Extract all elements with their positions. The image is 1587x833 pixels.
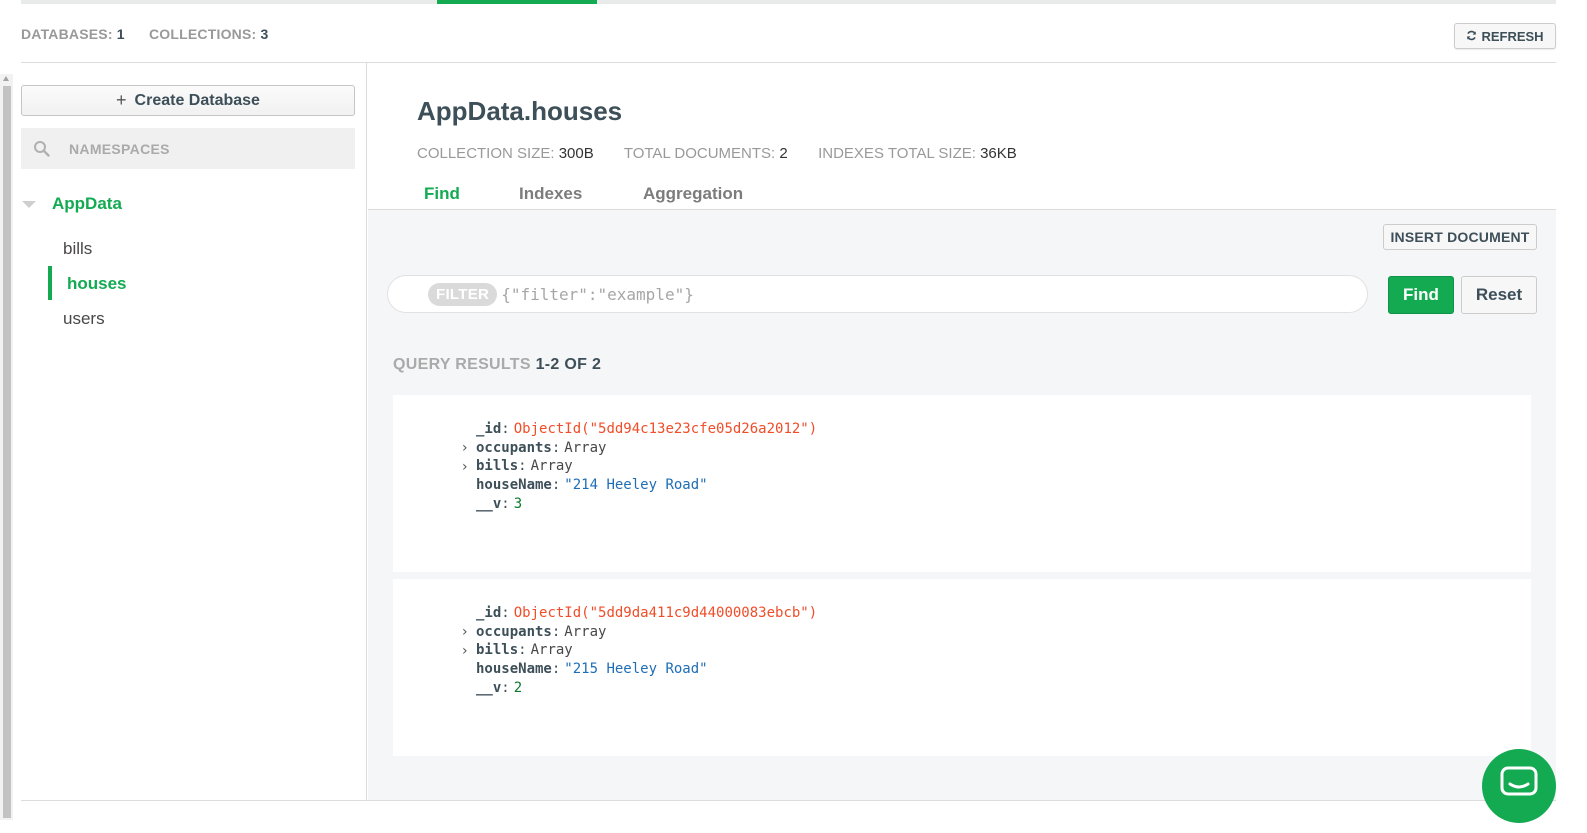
scrollbar-thumb[interactable] <box>3 86 11 818</box>
sidebar-item-houses[interactable]: houses <box>67 274 127 294</box>
create-database-label: Create Database <box>134 91 260 109</box>
query-results-label: QUERY RESULTS <box>393 356 531 373</box>
collection-size-label: COLLECTION SIZE: <box>417 145 555 162</box>
indexes-size-label: INDEXES TOTAL SIZE: <box>818 145 976 162</box>
field-id: _id: ObjectId("5dd94c13e23cfe05d26a2012") <box>476 420 818 437</box>
instance-stats: DATABASES: 1 COLLECTIONS: 3 <box>21 26 268 42</box>
reset-button[interactable]: Reset <box>1461 276 1537 314</box>
namespace-search <box>21 128 355 169</box>
query-results-header: QUERY RESULTS 1-2 OF 2 <box>393 356 601 374</box>
sidebar-divider <box>366 63 367 800</box>
collections-count: 3 <box>260 26 269 42</box>
insert-document-button[interactable]: INSERT DOCUMENT <box>1383 224 1537 250</box>
field-occupants[interactable]: occupants: Array <box>476 622 606 641</box>
active-collection-indicator <box>48 266 52 300</box>
sidebar-item-bills[interactable]: bills <box>63 239 92 259</box>
sidebar-item-users[interactable]: users <box>63 309 105 329</box>
field-bills[interactable]: bills: Array <box>476 456 573 475</box>
indexes-size-value: 36KB <box>980 145 1017 162</box>
databases-count: 1 <box>116 26 125 42</box>
tab-aggregation[interactable]: Aggregation <box>643 184 743 204</box>
chevron-right-icon[interactable]: › <box>462 459 468 475</box>
object-id-value: ObjectId("5dd9da411c9d44000083ebcb") <box>513 604 818 621</box>
filter-pill: FILTER <box>428 282 498 306</box>
search-icon <box>33 140 51 158</box>
create-database-button[interactable]: + Create Database <box>21 85 355 116</box>
field-housename: houseName: "215 Heeley Road" <box>476 660 708 677</box>
query-results-range: 1-2 OF 2 <box>535 356 602 373</box>
total-documents-label: TOTAL DOCUMENTS: <box>623 145 776 162</box>
databases-label: DATABASES: <box>21 26 113 42</box>
scroll-up-arrow-icon[interactable] <box>3 76 9 81</box>
collection-stats: COLLECTION SIZE: 300B TOTAL DOCUMENTS: 2… <box>417 145 1017 162</box>
chevron-right-icon[interactable]: › <box>462 624 468 640</box>
plus-icon: + <box>116 90 127 110</box>
field-occupants[interactable]: occupants: Array <box>476 438 606 457</box>
top-progress-strip <box>21 0 1556 4</box>
refresh-label: REFRESH <box>1481 28 1544 44</box>
field-version: __v:2 <box>476 679 523 696</box>
refresh-icon <box>1466 29 1477 44</box>
tab-indexes[interactable]: Indexes <box>519 184 582 204</box>
collection-title: AppData.houses <box>417 96 623 126</box>
namespace-search-input[interactable] <box>67 139 331 158</box>
field-bills[interactable]: bills: Array <box>476 640 573 659</box>
filter-bar[interactable]: FILTER {"filter":"example"} <box>387 275 1368 313</box>
collections-label: COLLECTIONS: <box>148 26 257 42</box>
sidebar-database-appdata[interactable]: AppData <box>21 193 122 215</box>
find-button[interactable]: Find <box>1388 276 1454 314</box>
chevron-right-icon[interactable]: › <box>462 643 468 659</box>
collection-size-value: 300B <box>558 145 594 162</box>
tab-find[interactable]: Find <box>424 184 460 204</box>
document-card[interactable]: _id: ObjectId("5dd9da411c9d44000083ebcb")… <box>393 579 1531 756</box>
chat-icon <box>1499 765 1539 808</box>
top-progress-active <box>437 0 597 4</box>
bottom-divider <box>21 800 1556 801</box>
document-card[interactable]: _id: ObjectId("5dd94c13e23cfe05d26a2012")… <box>393 395 1531 572</box>
field-id: _id: ObjectId("5dd9da411c9d44000083ebcb") <box>476 604 818 621</box>
left-scrollbar[interactable] <box>0 74 13 820</box>
database-name[interactable]: AppData <box>52 194 122 214</box>
filter-input[interactable]: {"filter":"example"} <box>501 285 694 304</box>
total-documents-value: 2 <box>779 145 788 162</box>
field-version: __v:3 <box>476 495 523 512</box>
field-housename: houseName: "214 Heeley Road" <box>476 476 708 493</box>
object-id-value: ObjectId("5dd94c13e23cfe05d26a2012") <box>513 420 818 437</box>
caret-down-icon[interactable] <box>22 200 36 208</box>
chevron-right-icon[interactable]: › <box>462 440 468 456</box>
refresh-button[interactable]: REFRESH <box>1454 23 1556 49</box>
sidebar: + Create Database AppData bills houses u… <box>21 63 367 800</box>
chat-launcher-button[interactable] <box>1482 749 1556 823</box>
